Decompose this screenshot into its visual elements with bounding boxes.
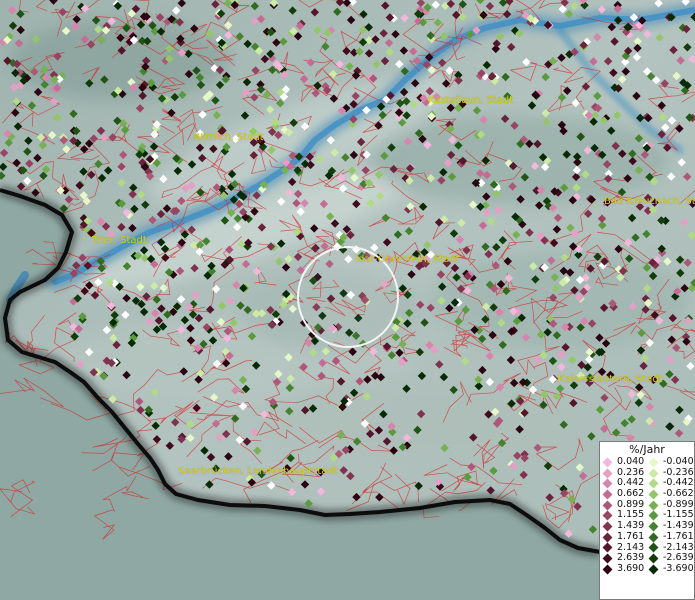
legend-title: %/Jahr xyxy=(629,443,665,456)
legend-value: -3.690 xyxy=(663,562,694,574)
legend-swatch xyxy=(602,457,613,468)
legend-negative-column: -0.040 -0.236 -0.442 -0.662 -0.899 -1.155 -1.4… xyxy=(648,456,694,575)
map-view[interactable]: Kastellaun, Stadt Wittlich, Stadt Bad Kr… xyxy=(0,0,695,600)
legend-swatch xyxy=(648,489,659,500)
city-label-bad-kreuznach: Bad Kreuznach, Stadt xyxy=(604,196,695,207)
legend-value: 1.761 xyxy=(617,530,645,542)
city-label-trier: Trier, Stadt xyxy=(92,235,147,246)
legend-swatch xyxy=(648,478,659,489)
city-label-saarbruecken: Saarbrücken, Landeshauptstadt xyxy=(178,466,338,477)
legend-swatch xyxy=(648,542,659,553)
legend-swatch xyxy=(602,468,613,478)
city-label-idar-oberstein: Idar-Oberstein, Stadt xyxy=(355,254,460,265)
legend-positive-column: 0.040 0.236 0.442 0.662 0.899 1.155 1.439 1.761… xyxy=(602,456,648,575)
legend-swatch xyxy=(602,521,613,532)
legend-swatch xyxy=(648,532,659,543)
map-canvas[interactable] xyxy=(0,0,695,600)
legend-swatch xyxy=(602,510,613,521)
legend-swatch xyxy=(602,564,613,575)
legend-value: 3.690 xyxy=(617,562,645,574)
legend-swatch xyxy=(648,500,659,511)
legend-swatch xyxy=(648,510,659,521)
map-legend: %/Jahr 0.040 0.236 0.442 0.662 0.899 1.155 1.4… xyxy=(599,441,695,600)
legend-swatch xyxy=(648,553,659,564)
legend-swatch xyxy=(648,564,659,575)
legend-entry: 3.690 xyxy=(602,562,648,575)
legend-swatch xyxy=(602,489,613,500)
legend-swatch xyxy=(648,521,659,532)
legend-entry: -3.690 xyxy=(648,562,694,575)
city-label-kastellaun: Kastellaun, Stadt xyxy=(428,95,514,106)
legend-swatch xyxy=(602,532,613,543)
legend-entry: 1.761 xyxy=(602,530,648,543)
legend-swatch xyxy=(648,468,659,478)
legend-swatch xyxy=(648,457,659,468)
legend-swatch xyxy=(602,553,613,564)
legend-value: -1.761 xyxy=(663,530,694,542)
legend-swatch xyxy=(602,478,613,489)
legend-swatch xyxy=(602,542,613,553)
legend-swatch xyxy=(602,500,613,511)
legend-entry: -1.761 xyxy=(648,530,694,543)
city-label-wittlich: Wittlich, Stadt xyxy=(193,132,264,143)
city-label-kaiserslautern: Kaiserslautern, Stadt xyxy=(558,374,663,385)
